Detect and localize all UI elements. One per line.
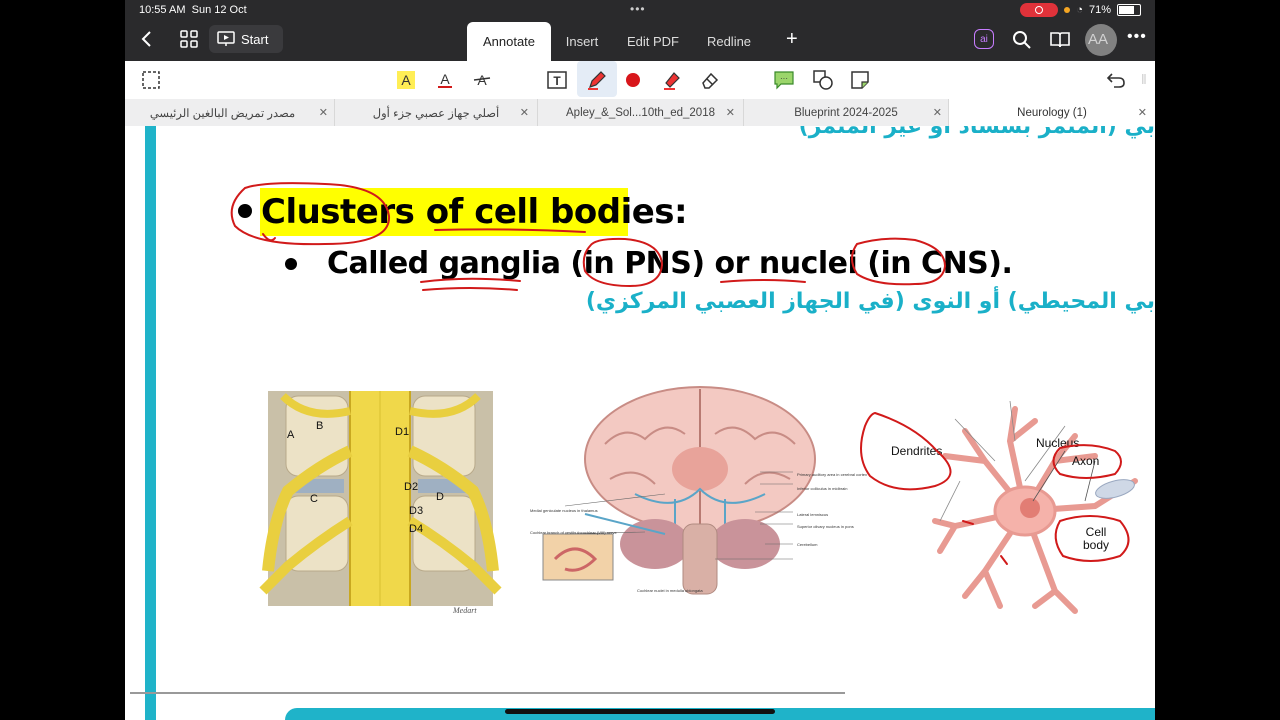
arabic-text-top: بي (المتمر بسساد أو غير المتمر): [798, 126, 1155, 139]
doc-tab-apley[interactable]: Apley_&_Sol...10th_ed_2018 ✕: [538, 99, 744, 126]
close-tab-icon[interactable]: ✕: [1138, 106, 1147, 119]
pen-tool-icon[interactable]: [586, 69, 608, 91]
spine-label-d3: D3: [409, 505, 423, 517]
presentation-icon: [217, 31, 235, 46]
brain-label-3: Inferior colliculus in midbrain: [797, 486, 848, 491]
spine-label-d4: D4: [409, 523, 423, 535]
touch-indicator: [1085, 24, 1117, 56]
spine-label-d2: D2: [404, 481, 418, 493]
brain-label-5: Cochlear branch of vestibulocochlear (VI…: [530, 530, 617, 535]
reader-book-icon[interactable]: [1049, 30, 1071, 50]
screen-record-icon[interactable]: [1020, 3, 1059, 17]
slide-heading: Clusters of cell bodies:: [261, 192, 688, 232]
shapes-icon[interactable]: [812, 69, 834, 91]
bullet: [238, 204, 252, 218]
doc-tab-nervous-system[interactable]: أصلي جهاز عصبي جزء أول ✕: [335, 99, 538, 126]
ipad-screen: 10:55 AM Sun 12 Oct ••• ◔ 71% Start Anno…: [125, 0, 1155, 720]
tab-annotate[interactable]: Annotate: [467, 22, 551, 61]
doc-tab-adult-nursing[interactable]: مصدر تمريض البالغين الرئيسي ✕: [125, 99, 335, 126]
spine-signature: Medart: [452, 606, 477, 615]
tab-edit-pdf[interactable]: Edit PDF: [621, 22, 685, 61]
strikethrough-text-icon[interactable]: A: [471, 69, 493, 91]
ai-assistant-icon[interactable]: ai: [974, 29, 994, 49]
doc-tab-neurology[interactable]: Neurology (1) ✕: [949, 99, 1155, 126]
bullet: [285, 258, 297, 270]
spine-label-d: D: [436, 491, 444, 503]
wifi-icon: ◔: [1076, 4, 1083, 16]
lasso-select-icon[interactable]: [141, 70, 161, 90]
comment-note-icon[interactable]: ···: [773, 69, 795, 91]
neuron-label-nucleus: Nucleus: [1036, 436, 1080, 450]
svg-text:T: T: [553, 74, 561, 88]
brain-label-7: Cerebellum: [797, 542, 818, 547]
brain-label-2: Medial geniculate nucleus in thalamus: [530, 508, 598, 513]
more-tools-handle[interactable]: ‖: [1141, 71, 1147, 87]
add-tab-plus-icon[interactable]: +: [786, 29, 798, 49]
app-top-bar: 10:55 AM Sun 12 Oct ••• ◔ 71% Start Anno…: [125, 0, 1155, 61]
multitask-dots[interactable]: •••: [630, 2, 646, 16]
brain-label-8: Cochlear nuclei in medulla oblongata: [637, 588, 703, 593]
arabic-translation: بي المحيطي) أو النوى (في الجهاز العصبي ا…: [585, 289, 1155, 314]
search-icon[interactable]: [1012, 30, 1032, 50]
start-label: Start: [241, 31, 269, 47]
brain-auditory-pathway-figure: [542, 386, 816, 595]
ink-color-red-icon[interactable]: [622, 69, 644, 91]
brain-label-4: Lateral lemniscus: [797, 512, 829, 517]
doc-tab-blueprint[interactable]: Blueprint 2024-2025 ✕: [744, 99, 949, 126]
battery-icon: [1117, 4, 1141, 16]
underline-text-icon[interactable]: A: [434, 69, 456, 91]
back-chevron-icon[interactable]: [137, 29, 157, 49]
svg-text:A: A: [440, 71, 450, 87]
spine-label-c: C: [310, 493, 318, 505]
text-box-icon[interactable]: T: [546, 69, 568, 91]
neuron-label-dendrites: Dendrites: [891, 444, 943, 458]
neuron-figure: [932, 401, 1138, 614]
svg-text:A: A: [401, 72, 411, 88]
neuron-label-axon: Axon: [1072, 454, 1100, 468]
start-presentation-button[interactable]: Start: [209, 25, 283, 53]
close-tab-icon[interactable]: ✕: [933, 106, 942, 119]
slide-subline: Called ganglia (in PNS) or nuclei (in CN…: [327, 246, 1013, 281]
thumbnails-grid-icon[interactable]: [180, 30, 198, 48]
annotate-toolbar: A A A T ··· ‖: [125, 61, 1155, 99]
spine-label-d1: D1: [395, 426, 409, 438]
svg-text:···: ···: [780, 74, 788, 83]
status-time: 10:55 AM Sun 12 Oct: [139, 4, 247, 16]
highlighter-pen-icon[interactable]: [661, 69, 683, 91]
neuron-label-cell-body: Cell body: [1082, 525, 1110, 552]
spine-label-b: B: [316, 420, 323, 432]
pdf-page[interactable]: بي (المتمر بسساد أو غير المتمر) Clusters…: [125, 126, 1155, 720]
close-tab-icon[interactable]: ✕: [520, 106, 529, 119]
status-right: ◔ 71%: [1020, 3, 1141, 17]
status-dot-icon: [1064, 7, 1071, 13]
spine-label-a: A: [287, 429, 295, 441]
page-divider: [130, 692, 845, 694]
spinal-cord-figure: A B C D1 D2 D D3 D4 Medart: [258, 391, 503, 616]
tab-redline[interactable]: Redline: [699, 22, 759, 61]
undo-icon[interactable]: [1105, 70, 1127, 90]
tab-insert[interactable]: Insert: [555, 22, 609, 61]
brain-label-1: Primary auditory area in cerebral cortex: [797, 472, 868, 477]
slide-accent-bar: [145, 126, 156, 720]
highlight-text-icon[interactable]: A: [395, 69, 417, 91]
close-tab-icon[interactable]: ✕: [726, 106, 735, 119]
battery-percent: 71%: [1088, 4, 1111, 16]
document-tabs: مصدر تمريض البالغين الرئيسي ✕ أصلي جهاز …: [125, 99, 1155, 127]
eraser-icon[interactable]: [699, 69, 721, 91]
sticker-stamp-icon[interactable]: [849, 69, 871, 91]
close-tab-icon[interactable]: ✕: [319, 106, 328, 119]
home-indicator[interactable]: [505, 709, 775, 714]
brain-label-6: Superior olivary nucleus in pons: [797, 524, 854, 529]
more-menu-icon[interactable]: •••: [1127, 28, 1147, 46]
